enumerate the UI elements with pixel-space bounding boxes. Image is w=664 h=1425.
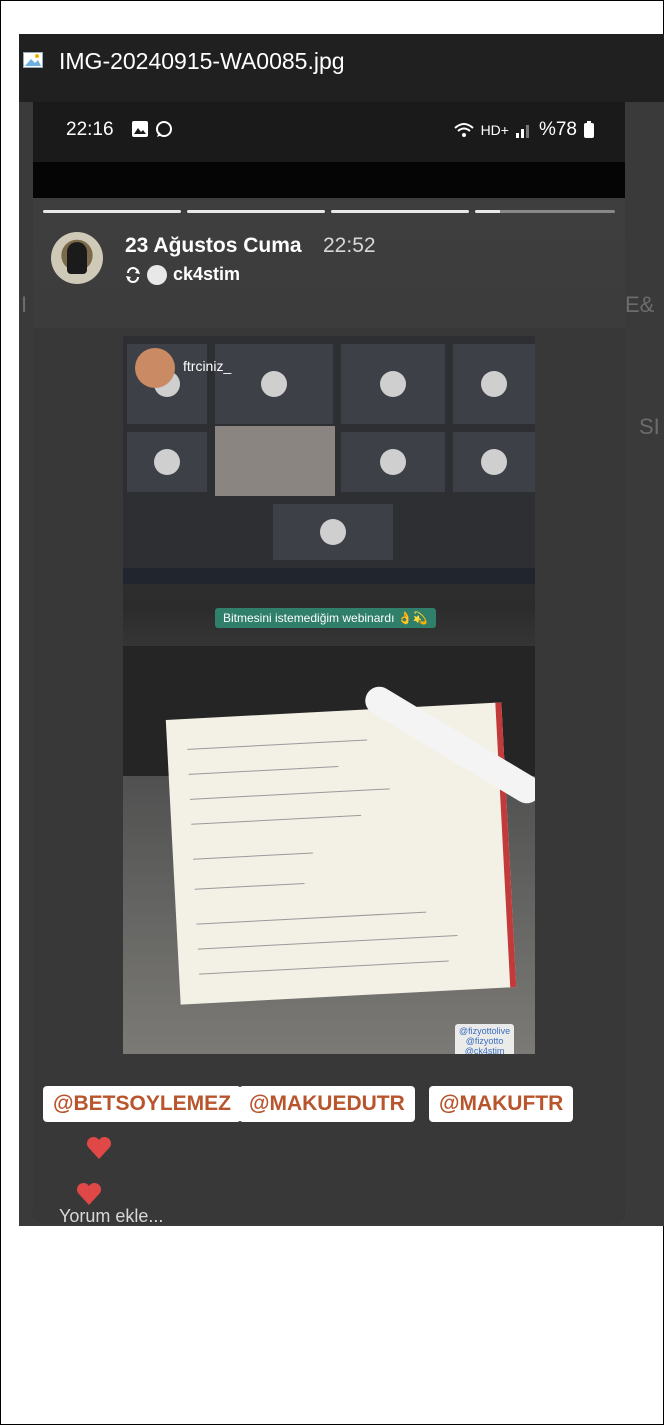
battery-percent: %78: [538, 119, 577, 140]
reposter-username: ck4stim: [173, 264, 241, 284]
image-file-icon: [23, 52, 43, 68]
comment-input[interactable]: Yorum ekle...: [59, 1206, 163, 1224]
image-viewer: IMG-20240915-WA0085.jpg I E& SI 22:16 HD…: [19, 34, 664, 1226]
ghost-text: E&: [625, 292, 655, 317]
small-tag: @ck4stim: [464, 1046, 505, 1054]
laptop-taskbar: [123, 568, 535, 584]
signal-icon: [515, 125, 529, 138]
status-bar: 22:16 HD+ %78: [33, 102, 625, 162]
story-header: 23 Ağustos Cuma 22:52 ck4stim: [33, 198, 625, 328]
video-tile: [453, 432, 535, 492]
phone-screenshot: 22:16 HD+ %78 23 Ağustos Cuma 22:52 ck4s…: [33, 102, 625, 1224]
mention-tag[interactable]: @MAKUEDUTR: [239, 1086, 415, 1122]
file-name: IMG-20240915-WA0085.jpg: [59, 48, 345, 74]
small-tags: @fizyottolive @fizyotto @ck4stim: [455, 1024, 515, 1054]
viewer-titlebar: IMG-20240915-WA0085.jpg: [19, 34, 664, 102]
ghost-text: I: [21, 292, 28, 317]
reposter-avatar: [147, 264, 167, 285]
heart-icon: [86, 1136, 112, 1159]
video-tile: [273, 504, 393, 560]
whatsapp-icon: [156, 121, 172, 137]
repost-icon: [126, 266, 140, 283]
video-tile: [341, 344, 445, 424]
battery-icon: [584, 121, 594, 138]
video-tile: [215, 344, 333, 424]
wifi-icon: [453, 123, 474, 137]
story-avatar[interactable]: [51, 232, 103, 284]
story-progress-2: [187, 210, 325, 213]
status-right-icons: HD+ %78: [453, 119, 595, 141]
status-left-icons: [131, 120, 173, 138]
video-tile-speaker: [215, 426, 335, 496]
mention-tag[interactable]: @MAKUFTR: [429, 1086, 574, 1122]
black-band: [33, 162, 625, 198]
network-label: HD+: [480, 122, 509, 138]
heart-icon: [76, 1182, 102, 1205]
repost-info[interactable]: ck4stim: [125, 264, 240, 285]
video-tile: [453, 344, 535, 424]
small-tag: @fizyotto: [465, 1036, 504, 1046]
video-tile: [341, 432, 445, 492]
mention-tag[interactable]: @BETSOYLEMEZ: [43, 1086, 241, 1122]
ghost-text: SI: [639, 414, 660, 439]
story-body: ftrciniz_ Bitmesini istemediğim webinard…: [33, 328, 625, 1224]
story-progress-4: [475, 210, 615, 213]
story-caption: Bitmesini istemediğim webinardı 👌💫: [215, 608, 436, 628]
status-time: 22:16: [66, 119, 114, 140]
story-photo: ftrciniz_ Bitmesini istemediğim webinard…: [123, 336, 535, 1054]
small-tag: @fizyottolive: [459, 1026, 511, 1036]
story-time: 22:52: [323, 234, 376, 257]
gallery-icon: [132, 121, 148, 137]
story-date: 23 Ağustos Cuma: [125, 234, 302, 257]
photo-username: ftrciniz_: [183, 358, 232, 374]
video-tile: [127, 432, 207, 492]
photo-user-avatar: [135, 348, 175, 388]
story-progress-1: [43, 210, 181, 213]
story-progress-3: [331, 210, 469, 213]
